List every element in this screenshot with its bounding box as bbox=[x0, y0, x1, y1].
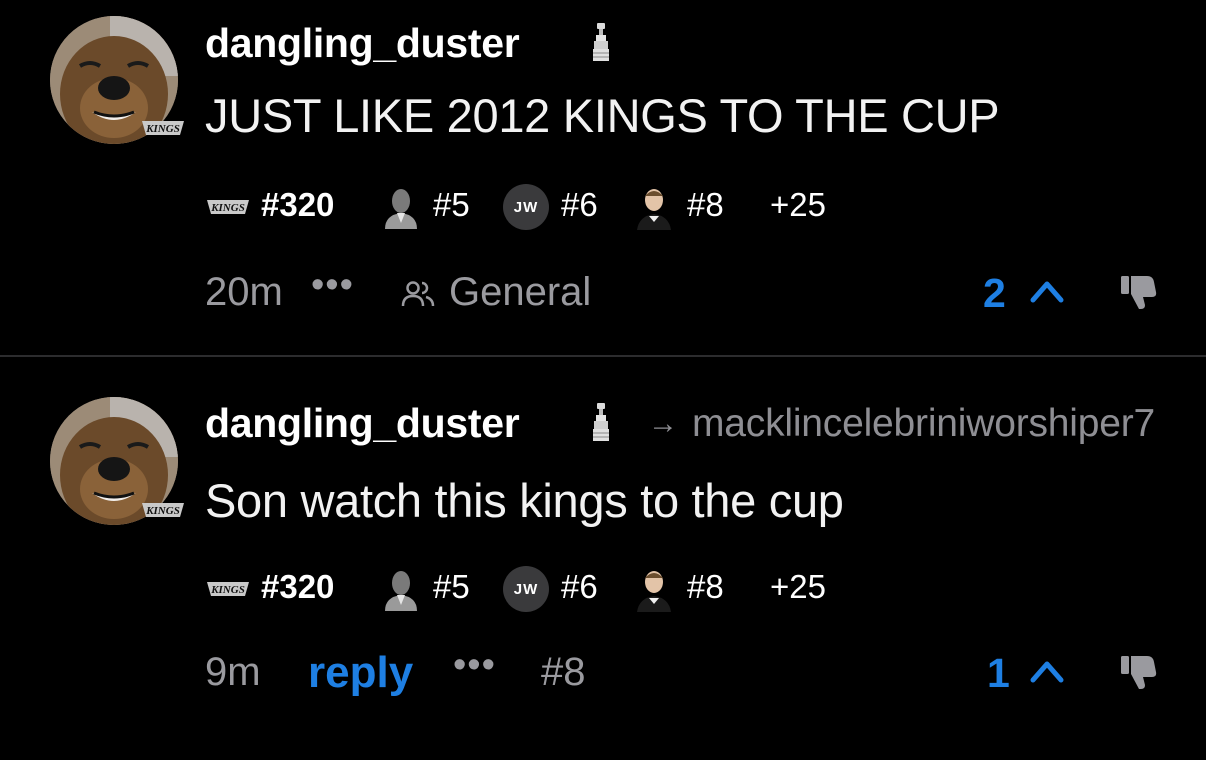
group-icon bbox=[401, 281, 435, 307]
flair-player-number: #6 bbox=[561, 186, 598, 223]
player-silhouette-icon bbox=[385, 571, 417, 611]
player-photo-icon bbox=[637, 571, 671, 612]
comment-divider bbox=[0, 355, 1206, 357]
flair-team-number: #320 bbox=[261, 186, 335, 223]
flair-more-count: +25 bbox=[770, 186, 826, 223]
reply-button[interactable]: reply bbox=[308, 648, 413, 698]
comment-meta-row: 9m reply ••• #8 1 bbox=[205, 644, 1165, 698]
reply-reference-number[interactable]: #8 bbox=[541, 650, 586, 695]
reply-to-user[interactable]: → macklincelebriniworshiper7 bbox=[648, 402, 1155, 446]
player-silhouette-icon bbox=[385, 189, 417, 229]
timestamp: 20m bbox=[205, 270, 283, 314]
flair-team-number: #320 bbox=[261, 568, 335, 605]
thumbs-down-icon[interactable] bbox=[1119, 654, 1157, 690]
comment-text: Son watch this kings to the cup bbox=[205, 474, 844, 527]
flair-player-number: #6 bbox=[561, 568, 598, 605]
kings-badge-icon: KINGS bbox=[142, 503, 184, 517]
flair-more-count: +25 bbox=[770, 568, 826, 605]
stanley-cup-icon bbox=[593, 403, 609, 441]
timestamp: 9m bbox=[205, 650, 261, 694]
flair-player-number: #8 bbox=[687, 568, 724, 605]
kings-logo-icon: KINGS bbox=[207, 200, 249, 214]
comment-meta-row: 20m ••• General 2 bbox=[205, 264, 1165, 316]
vote-count: 2 bbox=[983, 270, 1006, 316]
vote-count: 1 bbox=[987, 650, 1010, 696]
player-photo-icon bbox=[637, 189, 671, 230]
reply-arrow-icon: → bbox=[648, 407, 678, 440]
svg-text:KINGS: KINGS bbox=[210, 202, 245, 214]
username[interactable]: dangling_duster bbox=[205, 20, 520, 67]
username[interactable]: dangling_duster bbox=[205, 400, 520, 447]
comment-1: KINGS dangling_duster JUST LIKE 2012 KIN… bbox=[0, 0, 1206, 356]
jw-player-badge: JW bbox=[503, 184, 549, 230]
svg-text:KINGS: KINGS bbox=[145, 505, 180, 517]
comment-text: JUST LIKE 2012 KINGS TO THE CUP bbox=[205, 89, 1000, 142]
flair-player-number: #8 bbox=[687, 186, 724, 223]
svg-text:KINGS: KINGS bbox=[145, 123, 180, 135]
reply-target-username[interactable]: macklincelebriniworshiper7 bbox=[692, 402, 1155, 445]
stanley-cup-icon bbox=[593, 23, 609, 61]
upvote-icon[interactable] bbox=[1029, 278, 1065, 304]
upvote-icon[interactable] bbox=[1029, 658, 1065, 684]
flair-player-number: #5 bbox=[433, 186, 470, 223]
flair-player-number: #5 bbox=[433, 568, 470, 605]
group-label[interactable]: General bbox=[449, 270, 591, 315]
kings-badge-icon: KINGS bbox=[142, 121, 184, 135]
kings-logo-icon: KINGS bbox=[207, 582, 249, 596]
comment-2: KINGS dangling_duster → macklincelebriniw… bbox=[0, 358, 1206, 760]
thumbs-down-icon[interactable] bbox=[1119, 274, 1157, 310]
more-options-button[interactable]: ••• bbox=[311, 264, 354, 307]
jw-player-badge: JW bbox=[503, 566, 549, 612]
svg-text:KINGS: KINGS bbox=[210, 584, 245, 596]
more-options-button[interactable]: ••• bbox=[453, 644, 496, 687]
